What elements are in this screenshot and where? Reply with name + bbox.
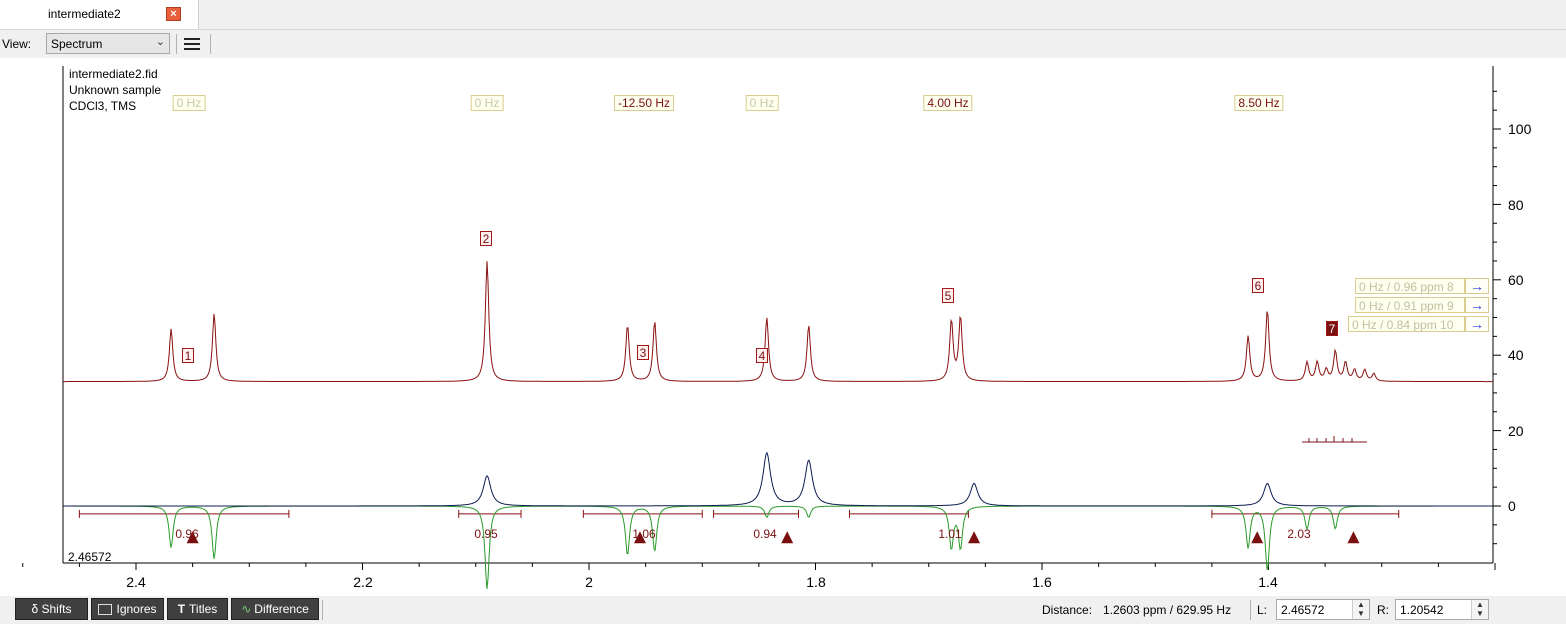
coupling-label[interactable]: 0 Hz	[470, 95, 504, 111]
x-tick-label: 2.4	[126, 574, 146, 590]
toolbar-divider	[210, 34, 211, 54]
distance-label: Distance:	[1042, 603, 1093, 617]
peak-label[interactable]: 5	[942, 288, 954, 303]
peak-marker	[1251, 531, 1264, 544]
arrow-right-icon[interactable]: →	[1465, 297, 1489, 313]
chevron-down-icon: ⌄	[155, 36, 165, 48]
header-sample: Unknown sample	[69, 83, 162, 97]
spectrum-plot[interactable]: intermediate2.fid Unknown sample CDCl3, …	[0, 58, 1566, 592]
peak-marker	[781, 531, 794, 544]
integral-value[interactable]: 2.03	[1287, 527, 1310, 541]
spin-arrows-icon[interactable]: ▲ ▼	[1352, 600, 1369, 619]
coupling-label[interactable]: 8.50 Hz	[1234, 95, 1284, 111]
titles-button[interactable]: T Titles	[167, 598, 228, 620]
arrow-right-icon[interactable]: →	[1465, 316, 1489, 332]
view-select-value: Spectrum	[51, 37, 103, 51]
x-tick-label: 1.8	[806, 574, 826, 590]
toolbar-divider	[176, 34, 177, 54]
integral-value[interactable]: 0.95	[474, 527, 497, 541]
ignores-button-label: Ignores	[116, 602, 157, 616]
difference-button-label: Difference	[254, 602, 309, 616]
bottom-toolbar: δ Shifts Ignores T Titles ∿ Difference Dis…	[0, 596, 1566, 624]
spin-arrows-icon[interactable]: ▲ ▼	[1471, 600, 1488, 619]
series-measured-trace	[63, 261, 1493, 383]
cursor-value: 2.46572	[68, 550, 112, 564]
view-toolbar: View: Spectrum ⌄	[0, 30, 1566, 58]
l-label: L:	[1257, 603, 1268, 617]
y-tick-label: 100	[1508, 121, 1532, 137]
bottom-divider	[322, 600, 323, 620]
integral-value[interactable]: 0.96	[175, 527, 198, 541]
coupling-label[interactable]: 0 Hz	[172, 95, 206, 111]
peak-marker	[968, 531, 981, 544]
arrow-right-icon[interactable]: →	[1465, 278, 1489, 294]
header-solvent: CDCl3, TMS	[69, 99, 137, 113]
peak-label-selected[interactable]: 7	[1326, 321, 1338, 336]
r-spinbox-value: 1.20542	[1400, 603, 1444, 617]
view-select[interactable]: Spectrum ⌄	[46, 33, 170, 54]
peak-marker	[1347, 531, 1360, 544]
r-label: R:	[1377, 603, 1389, 617]
y-tick-label: 60	[1508, 272, 1524, 288]
y-tick-label: 0	[1508, 498, 1516, 514]
tab-title: intermediate2	[48, 7, 121, 21]
view-label: View:	[2, 37, 32, 51]
r-spinbox[interactable]: 1.20542 ▲ ▼	[1395, 599, 1489, 620]
hamburger-menu-icon[interactable]	[182, 34, 204, 54]
l-spinbox-value: 2.46572	[1281, 603, 1325, 617]
integral-value[interactable]: 1.06	[632, 527, 655, 541]
series-difference-trace	[63, 505, 1493, 589]
difference-button[interactable]: ∿ Difference	[231, 598, 319, 620]
integral-value[interactable]: 0.94	[753, 527, 776, 541]
x-tick-label: 1.6	[1032, 574, 1052, 590]
series-simulated-trace	[63, 451, 1493, 507]
shifts-button[interactable]: δ Shifts	[15, 598, 88, 620]
peak-label[interactable]: 2	[480, 231, 492, 246]
coupling-label[interactable]: 0 Hz	[745, 95, 779, 111]
peak-label[interactable]: 6	[1252, 278, 1264, 293]
tab-bar: intermediate2 ×	[0, 0, 1566, 30]
ignores-button[interactable]: Ignores	[91, 598, 164, 620]
spectrum-header: intermediate2.fid Unknown sample CDCl3, …	[69, 66, 161, 114]
y-tick-label: 40	[1508, 347, 1524, 363]
x-tick-label: 2.2	[353, 574, 373, 590]
y-tick-label: 20	[1508, 423, 1524, 439]
shift-box[interactable]: 0 Hz / 0.96 ppm 8	[1355, 278, 1465, 294]
coupling-label[interactable]: -12.50 Hz	[613, 95, 675, 111]
waveform-icon: ∿	[241, 602, 252, 616]
shifts-button-label: δ Shifts	[31, 602, 72, 616]
x-tick-label: 1.4	[1258, 574, 1278, 590]
integral-value[interactable]: 1.01	[938, 527, 961, 541]
y-tick-label: 80	[1508, 197, 1524, 213]
x-tick-label: 2	[585, 574, 593, 590]
tab-intermediate2[interactable]: intermediate2 ×	[0, 0, 199, 29]
text-t-icon: T	[177, 602, 186, 616]
shift-box[interactable]: 0 Hz / 0.91 ppm 9	[1355, 297, 1465, 313]
distance-value: 1.2603 ppm / 629.95 Hz	[1103, 603, 1232, 617]
header-filename: intermediate2.fid	[69, 67, 158, 81]
l-spinbox[interactable]: 2.46572 ▲ ▼	[1276, 599, 1370, 620]
coupling-label[interactable]: 4.00 Hz	[923, 95, 973, 111]
peak-label[interactable]: 3	[637, 345, 649, 360]
titles-button-label: Titles	[189, 602, 218, 616]
square-icon	[98, 604, 113, 616]
shift-box[interactable]: 0 Hz / 0.84 ppm 10	[1348, 316, 1465, 332]
peak-label[interactable]: 4	[756, 348, 768, 363]
close-icon[interactable]: ×	[166, 7, 181, 21]
bottom-divider	[1250, 600, 1251, 620]
peak-label[interactable]: 1	[182, 348, 194, 363]
